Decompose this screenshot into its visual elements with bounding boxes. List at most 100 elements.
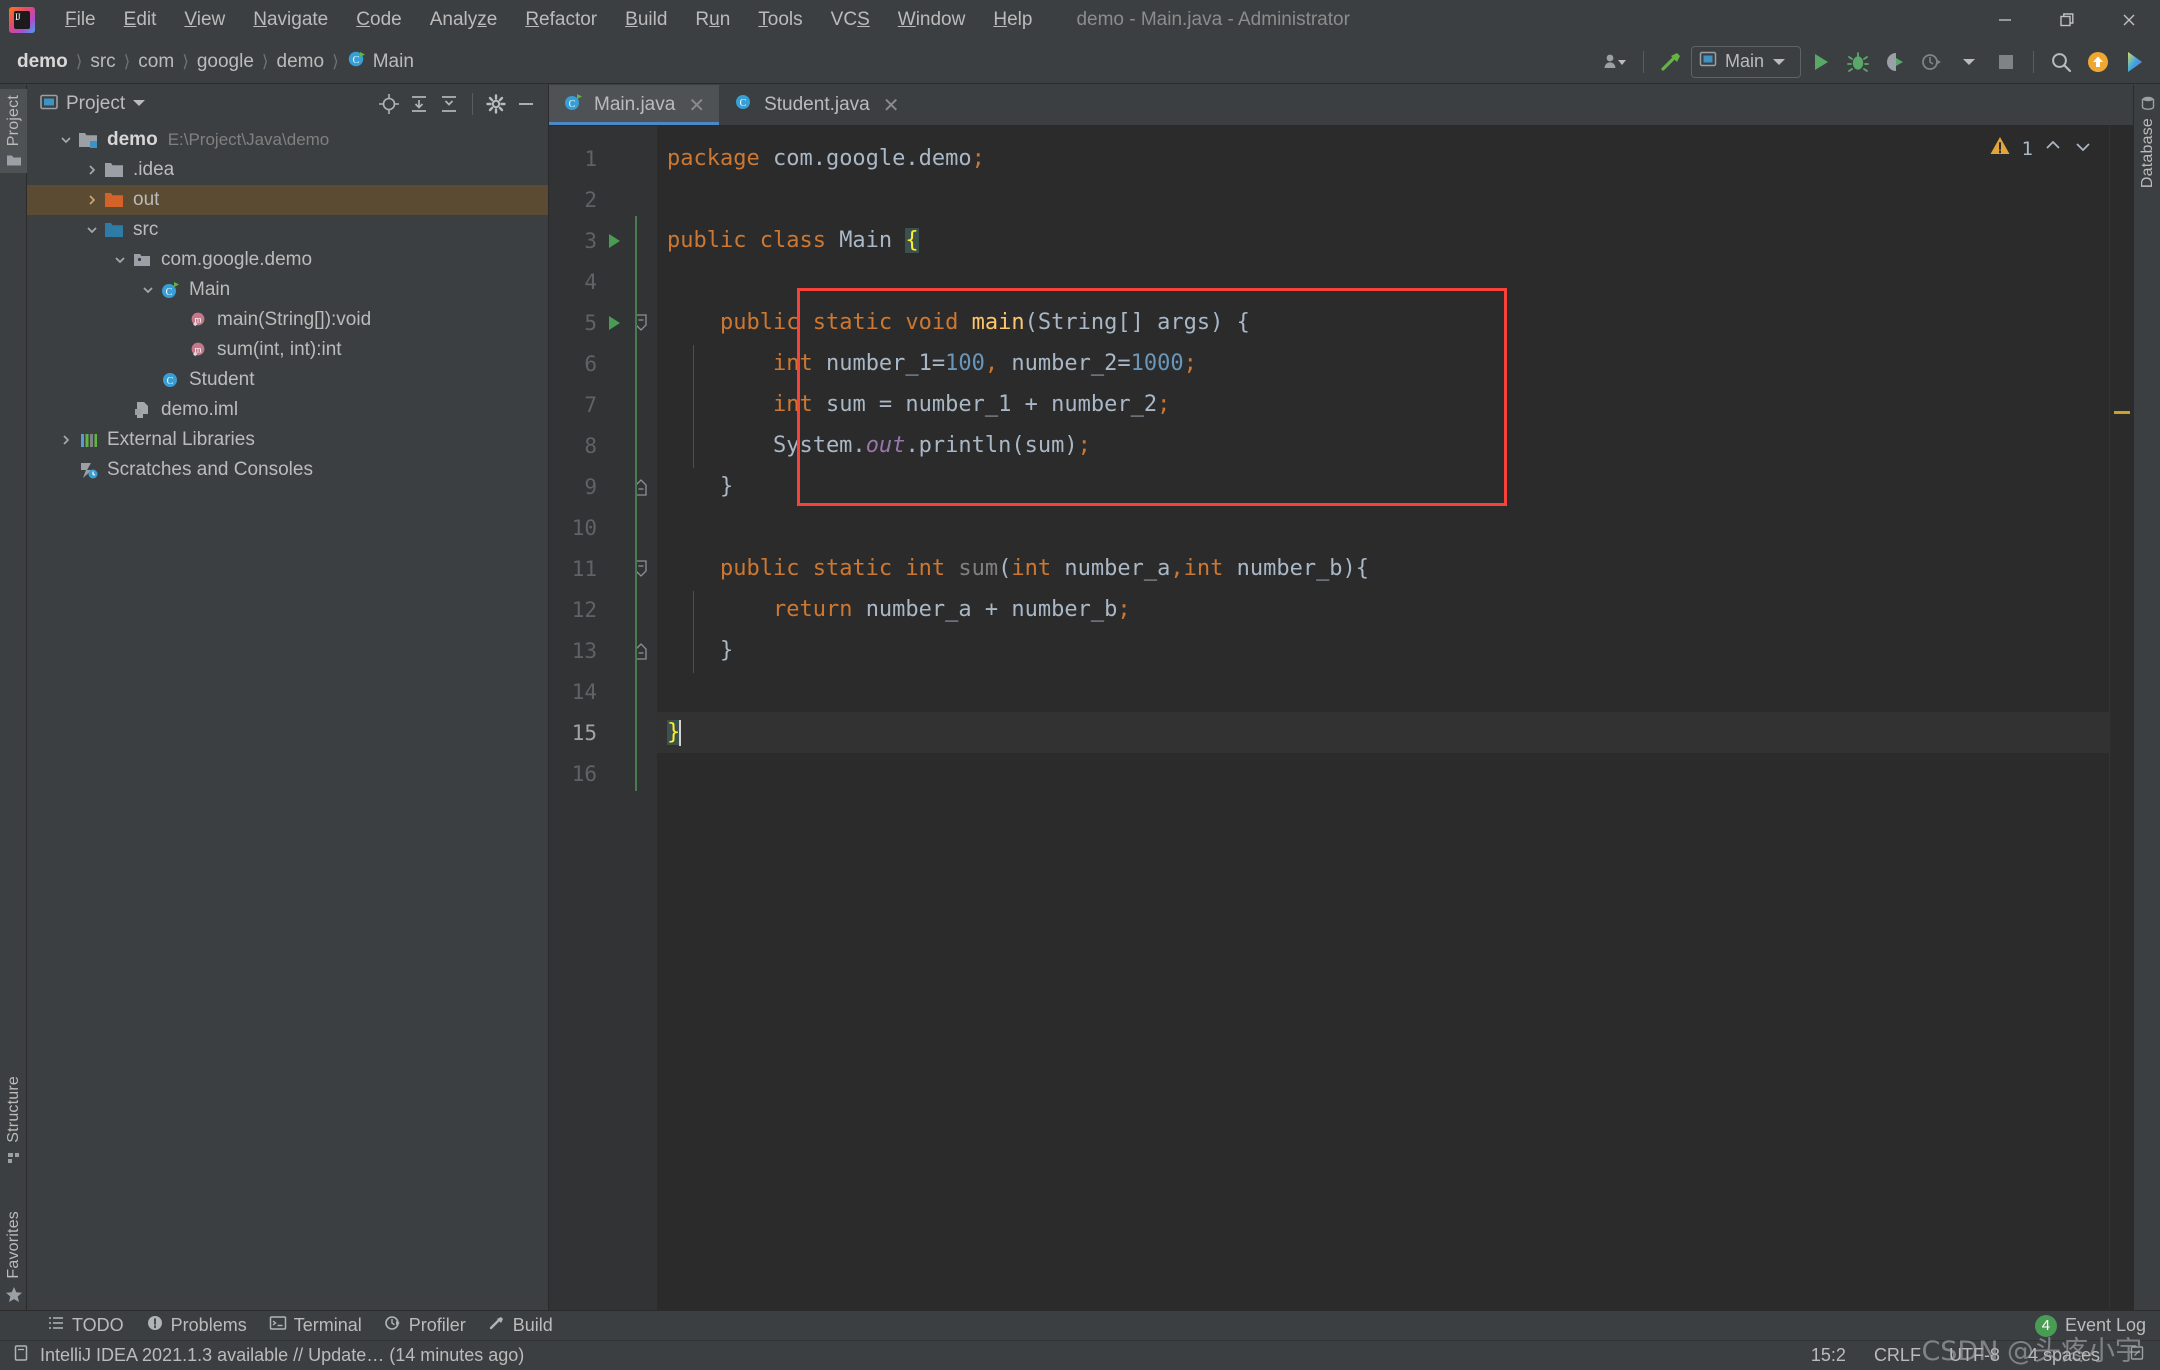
user-dropdown-button[interactable] (1599, 45, 1633, 79)
tree-item-student-class[interactable]: C Student (27, 365, 548, 395)
window-controls (1974, 0, 2160, 40)
run-button[interactable] (1804, 45, 1838, 79)
menu-code[interactable]: Code (342, 4, 415, 36)
menu-file[interactable]: File (51, 4, 110, 36)
event-log-button[interactable]: 4 Event Log (2034, 1314, 2160, 1337)
breadcrumb-item-src[interactable]: src (83, 48, 122, 76)
line-separator[interactable]: CRLF (1874, 1345, 1921, 1366)
close-button[interactable] (2098, 0, 2160, 40)
fold-collapse-icon[interactable] (627, 559, 655, 579)
debug-button[interactable] (1841, 45, 1875, 79)
previous-problem-icon[interactable] (2043, 136, 2063, 162)
menu-window[interactable]: Window (884, 4, 980, 36)
run-method-gutter-icon[interactable] (601, 314, 627, 332)
file-encoding[interactable]: UTF-8 (1949, 1345, 2000, 1366)
tree-item-out[interactable]: out (27, 185, 548, 215)
indent-setting[interactable]: 4 spaces (2028, 1345, 2100, 1366)
tree-item-package[interactable]: com.google.demo (27, 245, 548, 275)
search-everywhere-button[interactable] (2044, 45, 2078, 79)
tree-item-idea[interactable]: .idea (27, 155, 548, 185)
menu-vcs[interactable]: VCS (817, 4, 884, 36)
close-icon[interactable]: ✕ (883, 93, 900, 118)
menu-edit[interactable]: Edit (110, 4, 171, 36)
fold-collapse-icon[interactable] (627, 313, 655, 333)
build-hammer-button[interactable] (1654, 45, 1688, 79)
stop-button[interactable] (1989, 45, 2023, 79)
sidebar-item-project[interactable]: Project (0, 89, 27, 174)
tool-button-build[interactable]: Build (477, 1312, 564, 1339)
tab-student-java[interactable]: C Student.java ✕ (719, 85, 913, 125)
sidebar-item-database[interactable]: Database (2134, 89, 2160, 194)
breadcrumb-item-demo-pkg[interactable]: demo (270, 48, 332, 76)
tree-item-scratches[interactable]: Scratches and Consoles (27, 455, 548, 485)
menu-run[interactable]: Run (681, 4, 744, 36)
chevron-down-icon[interactable] (109, 245, 131, 275)
chevron-right-icon[interactable] (81, 155, 103, 185)
tree-item-main-method[interactable]: m main(String[]):void (27, 305, 548, 335)
code-line-12: return number_a + number_b; (772, 597, 1131, 622)
fold-end-icon[interactable] (627, 477, 655, 497)
breadcrumb-item-google[interactable]: google (190, 48, 261, 76)
profiler-button[interactable] (1915, 45, 1949, 79)
chevron-down-icon[interactable] (132, 95, 146, 113)
minimize-button[interactable] (1974, 0, 2036, 40)
tool-button-terminal[interactable]: Terminal (258, 1312, 373, 1339)
editor-marker-stripe[interactable] (2109, 126, 2133, 1310)
tree-item-demo[interactable]: demo E:\Project\Java\demo (27, 125, 548, 155)
tree-item-main-class[interactable]: C Main (27, 275, 548, 305)
run-class-gutter-icon[interactable] (601, 232, 627, 250)
read-only-toggle-icon[interactable] (2128, 1344, 2146, 1367)
tool-button-todo[interactable]: TODO (36, 1312, 135, 1339)
expand-all-icon[interactable] (405, 90, 433, 118)
chevron-right-icon[interactable] (55, 425, 77, 455)
close-icon[interactable]: ✕ (688, 93, 705, 118)
code-text-area[interactable]: package com.google.demo; public class Ma… (657, 126, 2109, 1310)
collapse-all-icon[interactable] (435, 90, 463, 118)
caret-position[interactable]: 15:2 (1811, 1345, 1846, 1366)
menu-analyze[interactable]: Analyze (416, 4, 512, 36)
menu-help[interactable]: Help (979, 4, 1046, 36)
chevron-right-icon[interactable] (81, 185, 103, 215)
tree-item-sum-method[interactable]: m sum(int, int):int (27, 335, 548, 365)
tree-item-external-libraries[interactable]: External Libraries (27, 425, 548, 455)
tree-item-demo-iml[interactable]: demo.iml (27, 395, 548, 425)
fold-end-icon[interactable] (627, 641, 655, 661)
inspection-widget[interactable]: 1 (1988, 134, 2093, 164)
settings-gear-icon[interactable] (482, 90, 510, 118)
hide-panel-icon[interactable] (512, 90, 540, 118)
breadcrumb-item-com[interactable]: com (131, 48, 181, 76)
ide-button[interactable] (2118, 45, 2152, 79)
chevron-down-icon[interactable] (137, 275, 159, 305)
tool-button-profiler[interactable]: Profiler (373, 1312, 477, 1339)
menu-refactor[interactable]: Refactor (511, 4, 611, 36)
breadcrumb-item-demo[interactable]: demo (10, 48, 75, 76)
terminal-icon (269, 1314, 287, 1337)
chevron-down-icon[interactable] (81, 215, 103, 245)
restore-button[interactable] (2036, 0, 2098, 40)
menu-navigate[interactable]: Navigate (239, 4, 342, 36)
menu-build[interactable]: Build (611, 4, 681, 36)
sidebar-item-structure[interactable]: Structure (0, 1070, 27, 1170)
gutter-line: 10 (549, 507, 657, 548)
menu-view[interactable]: View (170, 4, 239, 36)
editor-gutter[interactable]: 1 2 3 4 5 6 7 8 9 10 11 12 13 14 15 16 (549, 126, 657, 1310)
run-configuration-selector[interactable]: Main (1691, 45, 1801, 78)
tree-label: External Libraries (107, 429, 255, 450)
warning-marker[interactable] (2114, 411, 2130, 414)
tree-item-src[interactable]: src (27, 215, 548, 245)
chevron-down-icon[interactable] (55, 125, 77, 155)
next-problem-icon[interactable] (2073, 136, 2093, 162)
status-message[interactable]: IntelliJ IDEA 2021.1.3 available // Upda… (40, 1345, 524, 1366)
tab-main-java[interactable]: C Main.java ✕ (549, 85, 720, 125)
run-with-coverage-button[interactable] (1878, 45, 1912, 79)
profiler-dropdown-button[interactable] (1952, 45, 1986, 79)
status-message-area[interactable]: IntelliJ IDEA 2021.1.3 available // Upda… (12, 1344, 524, 1367)
tool-button-problems[interactable]: Problems (135, 1312, 258, 1339)
sidebar-item-favorites[interactable]: Favorites (0, 1205, 27, 1309)
update-button[interactable] (2081, 45, 2115, 79)
breadcrumb-item-main[interactable]: C Main (340, 46, 421, 78)
line-number: 6 (584, 351, 597, 376)
code-editor[interactable]: 1 2 3 4 5 6 7 8 9 10 11 12 13 14 15 16 p… (549, 126, 2133, 1310)
menu-tools[interactable]: Tools (744, 4, 816, 36)
locate-icon[interactable] (375, 90, 403, 118)
